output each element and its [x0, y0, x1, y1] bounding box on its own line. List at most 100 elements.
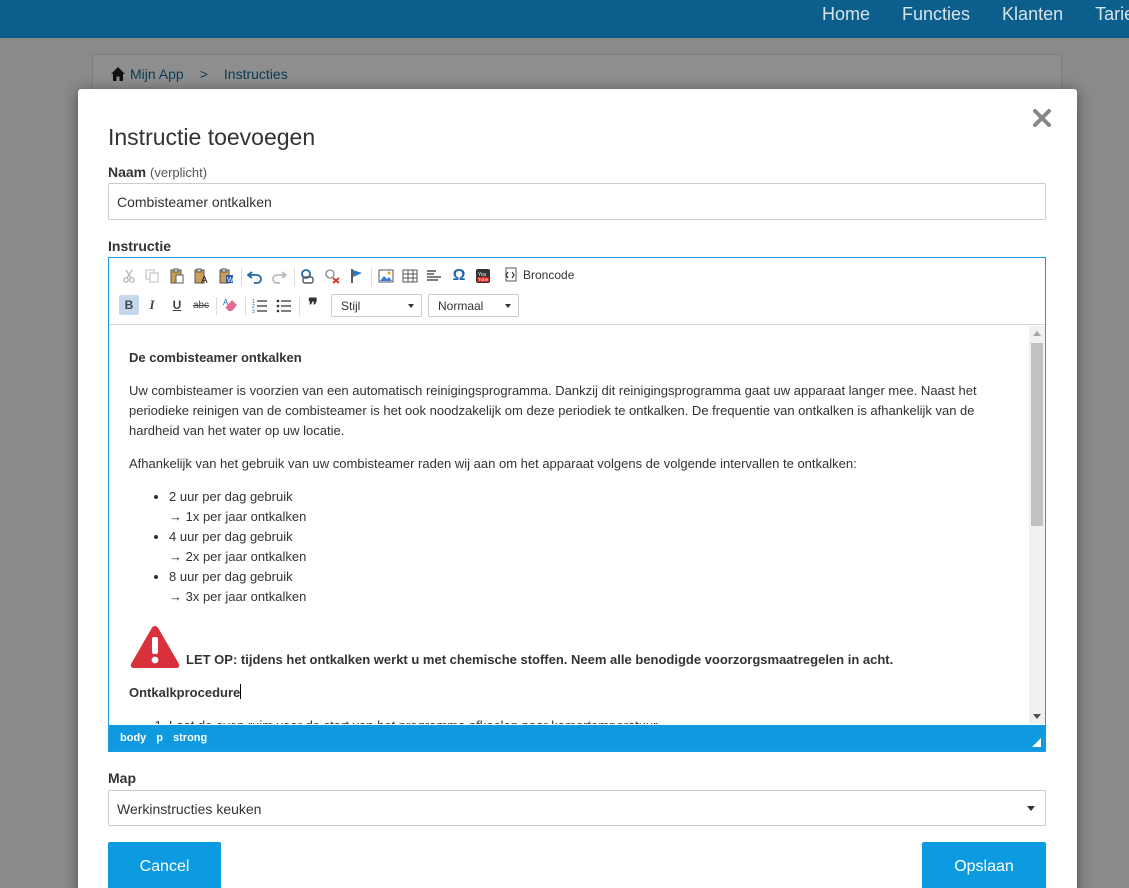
- bold-button[interactable]: B: [119, 295, 139, 315]
- bulleted-list-icon[interactable]: [274, 295, 294, 315]
- copy-icon[interactable]: [142, 266, 162, 286]
- name-label-text: Naam: [108, 164, 147, 180]
- list-item: Laat de oven ruim voor de start van het …: [169, 716, 1009, 724]
- breadcrumb: Mijn App > Instructies: [110, 66, 288, 82]
- editor-content-area[interactable]: De combisteamer ontkalken Uw combisteame…: [110, 326, 1028, 724]
- element-path: body p strong: [120, 732, 207, 744]
- blockquote-icon[interactable]: ❞: [303, 295, 323, 315]
- link-icon[interactable]: [298, 266, 318, 286]
- text-cursor: [240, 684, 242, 699]
- path-body[interactable]: body: [120, 732, 146, 744]
- breadcrumb-separator: >: [199, 66, 208, 82]
- special-char-icon[interactable]: Ω: [449, 266, 469, 286]
- nav-klanten[interactable]: Klanten: [1002, 4, 1063, 25]
- unlink-icon[interactable]: [322, 266, 342, 286]
- paste-word-icon[interactable]: W: [216, 266, 236, 286]
- underline-button[interactable]: U: [167, 295, 187, 315]
- chevron-down-icon: [1027, 806, 1035, 811]
- list-item: 2 uur per dag gebruik → 1x per jaar ontka…: [169, 487, 1009, 527]
- undo-icon[interactable]: [245, 266, 265, 286]
- svg-text:A: A: [223, 298, 229, 307]
- resize-handle-icon[interactable]: [1032, 738, 1041, 747]
- interval-list: 2 uur per dag gebruik → 1x per jaar ontka…: [129, 487, 1009, 607]
- source-icon: [505, 267, 517, 282]
- paste-text-icon[interactable]: A: [191, 266, 211, 286]
- name-label: Naam (verplicht): [108, 164, 207, 180]
- content-paragraph-1: Uw combisteamer is voorzien van een auto…: [129, 383, 977, 438]
- style-dropdown-value: Stijl: [341, 299, 361, 313]
- toolbar-separator: [294, 268, 295, 286]
- scroll-down-icon[interactable]: [1033, 714, 1041, 719]
- save-button[interactable]: Opslaan: [922, 842, 1046, 888]
- interval-usage: 8 uur per dag gebruik: [169, 569, 293, 584]
- numbered-list-icon[interactable]: 123: [250, 295, 270, 315]
- warning-text: LET OP: tijdens het ontkalken werkt u me…: [186, 652, 894, 667]
- image-icon[interactable]: [376, 266, 396, 286]
- horizontal-rule-icon[interactable]: [424, 266, 444, 286]
- paste-icon[interactable]: [167, 266, 187, 286]
- nav-tarieven[interactable]: Tarie: [1095, 4, 1129, 25]
- table-icon[interactable]: [400, 266, 420, 286]
- editor-statusbar: body p strong: [109, 725, 1045, 751]
- interval-frequency: → 1x per jaar ontkalken: [169, 509, 307, 524]
- toolbar-separator: [371, 268, 372, 286]
- italic-button[interactable]: I: [142, 295, 162, 315]
- list-item: 8 uur per dag gebruik → 3x per jaar ontka…: [169, 567, 1009, 607]
- content-heading: De combisteamer ontkalken: [129, 350, 302, 365]
- procedure-heading: Ontkalkprocedure: [129, 685, 241, 700]
- chevron-down-icon: [408, 304, 414, 308]
- cut-icon[interactable]: [119, 266, 139, 286]
- content-paragraph-2: Afhankelijk van het gebruik van uw combi…: [129, 456, 857, 471]
- interval-frequency: → 3x per jaar ontkalken: [169, 589, 307, 604]
- warning-icon: [130, 626, 180, 668]
- top-navbar: Home Functies Klanten Tarie: [0, 0, 1129, 38]
- style-dropdown[interactable]: Stijl: [331, 294, 422, 317]
- name-input[interactable]: [108, 183, 1046, 220]
- interval-frequency: → 2x per jaar ontkalken: [169, 549, 307, 564]
- svg-text:Tube: Tube: [478, 277, 489, 282]
- name-required-hint: (verplicht): [150, 165, 208, 180]
- toolbar-separator: [241, 268, 242, 286]
- breadcrumb-current[interactable]: Instructies: [224, 66, 288, 82]
- svg-text:A: A: [201, 275, 208, 284]
- list-item: 4 uur per dag gebruik → 2x per jaar ontka…: [169, 527, 1009, 567]
- toolbar-separator: [245, 297, 246, 315]
- toolbar-separator: [299, 297, 300, 315]
- map-label: Map: [108, 770, 136, 786]
- breadcrumb-home-link[interactable]: Mijn App: [130, 66, 184, 82]
- anchor-flag-icon[interactable]: [347, 266, 367, 286]
- svg-text:W: W: [227, 277, 234, 284]
- scrollbar-thumb[interactable]: [1031, 343, 1043, 526]
- editor-scrollbar[interactable]: [1029, 326, 1045, 724]
- youtube-icon[interactable]: You Tube: [473, 266, 493, 286]
- scroll-up-icon[interactable]: [1033, 331, 1041, 336]
- rich-text-editor: A W Ω You Tube Broncode B I U abc A 1 2 …: [108, 257, 1046, 752]
- toolbar-separator: [216, 297, 217, 315]
- procedure-list: Laat de oven ruim voor de start van het …: [129, 716, 1009, 724]
- warning-row: LET OP: tijdens het ontkalken werkt u me…: [129, 624, 1009, 670]
- nav-home[interactable]: Home: [822, 4, 870, 25]
- chevron-down-icon: [505, 304, 511, 308]
- map-select-value: Werkinstructies keuken: [117, 801, 262, 817]
- modal-title: Instructie toevoegen: [108, 124, 316, 150]
- cancel-button[interactable]: Cancel: [108, 842, 221, 888]
- instruction-label: Instructie: [108, 238, 172, 254]
- path-strong[interactable]: strong: [173, 732, 207, 744]
- svg-text:3: 3: [252, 309, 255, 313]
- nav-functies[interactable]: Functies: [902, 4, 970, 25]
- format-dropdown-value: Normaal: [438, 299, 484, 313]
- format-dropdown[interactable]: Normaal: [428, 294, 519, 317]
- interval-usage: 4 uur per dag gebruik: [169, 529, 293, 544]
- editor-document: De combisteamer ontkalken Uw combisteame…: [129, 348, 1009, 724]
- map-select[interactable]: Werkinstructies keuken: [108, 790, 1046, 826]
- strikethrough-button[interactable]: abc: [191, 295, 211, 315]
- remove-format-icon[interactable]: A: [221, 295, 241, 315]
- top-nav: Home Functies Klanten Tarie: [822, 4, 1129, 25]
- interval-usage: 2 uur per dag gebruik: [169, 489, 293, 504]
- editor-toolbar: A W Ω You Tube Broncode B I U abc A 1 2 …: [109, 258, 1045, 325]
- source-button[interactable]: Broncode: [504, 267, 574, 283]
- path-p[interactable]: p: [156, 732, 163, 744]
- source-button-label: Broncode: [523, 268, 575, 282]
- close-icon[interactable]: [1030, 106, 1054, 130]
- redo-icon[interactable]: [269, 266, 289, 286]
